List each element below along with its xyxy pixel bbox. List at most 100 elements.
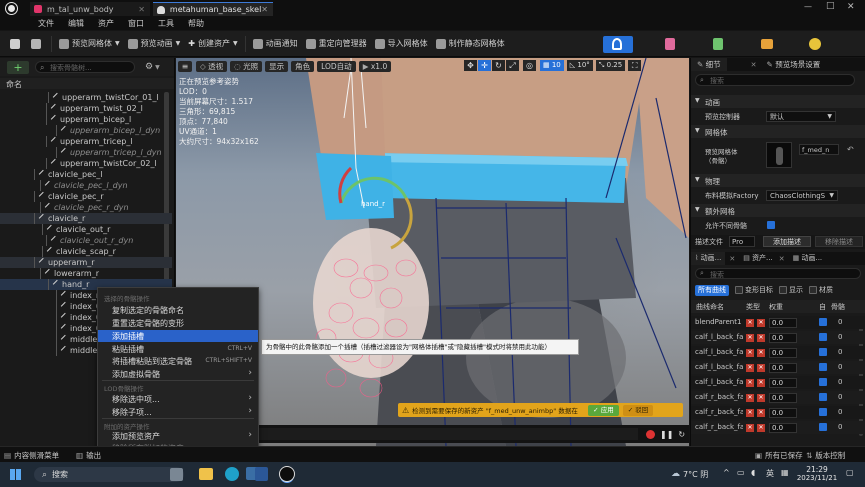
bone-tree-row[interactable]: lowerarm_r	[0, 268, 172, 279]
filter-all-curves[interactable]: 所有曲线	[695, 284, 729, 296]
tab-metahuman_base_skel[interactable]: metahuman_base_skel ✕	[153, 2, 273, 16]
curve-auto-checkbox[interactable]	[819, 363, 827, 371]
bone-tree-row[interactable]: clavicle_pec_l	[0, 169, 172, 180]
anim-mode-button[interactable]	[705, 36, 731, 53]
close-icon[interactable]: ✕	[261, 5, 268, 14]
curve-row[interactable]: blendParent1 ✕ ✕ 0.0 0	[691, 316, 865, 329]
bone-tree-row[interactable]: upperarm_twistCor_02_l	[0, 158, 172, 169]
curve-type-icon[interactable]: ✕	[746, 409, 754, 417]
mesh-thumbnail[interactable]	[766, 142, 792, 168]
context-menu-item[interactable]: 添加预览资产 ›	[98, 430, 258, 442]
bone-tree-row[interactable]: upperarm_r	[0, 257, 172, 268]
bone-tree-row[interactable]: clavicle_pec_l_dyn	[0, 180, 172, 191]
curve-type-icon[interactable]: ✕	[746, 379, 754, 387]
curve-weight-input[interactable]: 0.0	[769, 333, 797, 343]
taskbar-search[interactable]: ⌕ 搜索	[34, 467, 184, 482]
details-search-input[interactable]: ⌕ 搜索	[695, 74, 855, 86]
tray-chevron-icon[interactable]: ^	[723, 468, 730, 477]
add-bone-button[interactable]: +	[7, 60, 29, 74]
context-menu-item[interactable]: 移除选中项... ›	[98, 393, 258, 405]
save-button[interactable]	[6, 35, 27, 53]
col-auto[interactable]: 自	[819, 302, 826, 312]
gear-icon[interactable]: ⚙	[145, 62, 153, 72]
tab-m_tal_unw_body[interactable]: m_tal_unw_body ✕	[30, 2, 150, 16]
tab-preview-scene[interactable]: ✎ 预览场景设置	[763, 58, 825, 71]
character-button[interactable]: 角色	[291, 60, 315, 72]
section-mesh[interactable]: ▼ 网格体	[691, 125, 865, 138]
allow-different-checkbox[interactable]	[767, 221, 775, 229]
grid-snap-button[interactable]: ▦ 10	[540, 60, 564, 71]
curve-auto-checkbox[interactable]	[819, 333, 827, 341]
tab-asset-details[interactable]: ▤ 资产...	[739, 252, 777, 265]
curve-weight-input[interactable]: 0.0	[769, 408, 797, 418]
curve-weight-input[interactable]: 0.0	[769, 378, 797, 388]
curve-row[interactable]: calf_l_back_fa ✕ ✕ 0.0 0	[691, 331, 865, 344]
minimize-button[interactable]: —	[804, 2, 812, 11]
weather-widget[interactable]: ☁ 7°C 阴	[671, 468, 708, 480]
rotate-tool-button[interactable]: ↻	[492, 60, 505, 71]
menu-asset[interactable]: 资产	[98, 18, 114, 29]
angle-snap-button[interactable]: ◺ 10°	[566, 60, 593, 71]
curve-auto-checkbox[interactable]	[819, 408, 827, 416]
cloth-factory-select[interactable]: ChaosClothingS ▼	[766, 190, 838, 201]
filter-material-checkbox[interactable]	[809, 286, 817, 294]
curve-row[interactable]: calf_r_back_fa ✕ ✕ 0.0 0	[691, 391, 865, 404]
col-name[interactable]: 曲线命名	[696, 302, 724, 312]
preview-mesh-select[interactable]: f_med_n	[799, 144, 839, 155]
remove-description-button[interactable]: 移除描述	[815, 236, 863, 247]
name-column-header[interactable]: 命名	[6, 79, 22, 90]
curve-weight-input[interactable]: 0.0	[769, 423, 797, 433]
save-status[interactable]: ▣ 所有已保存	[755, 449, 803, 461]
maximize-button[interactable]: □	[826, 1, 835, 11]
bone-tree-row[interactable]: clavicle_pec_r_dyn	[0, 202, 172, 213]
bone-tree-row[interactable]: upperarm_twist_02_l	[0, 103, 172, 114]
section-physics[interactable]: ▼ 物理	[691, 174, 865, 187]
anim-notify-button[interactable]: 动画通知	[249, 35, 302, 53]
notification-icon[interactable]: ▢	[846, 468, 854, 477]
section-animation[interactable]: ▼ 动画	[691, 95, 865, 108]
make-static-mesh-button[interactable]: 制作静态网格体	[432, 35, 509, 53]
bone-tree-row[interactable]: clavicle_r	[0, 213, 172, 224]
search-input[interactable]: ⌕ 搜索骨骼树...	[35, 61, 135, 73]
preview-anim-button[interactable]: 预览动画 ▼	[124, 35, 185, 53]
curve-auto-checkbox[interactable]	[819, 318, 827, 326]
bone-tree-row[interactable]: upperarm_tricep_l_dyn	[0, 147, 172, 158]
volume-icon[interactable]: ◖	[751, 468, 755, 477]
world-local-button[interactable]: ◎	[523, 60, 536, 71]
playback-speed-button[interactable]: ▶ x1.0	[358, 60, 392, 72]
curve-type-icon[interactable]: ✕	[757, 379, 765, 387]
lod-button[interactable]: LOD自动	[317, 60, 356, 72]
word-icon[interactable]	[255, 467, 268, 481]
bone-tree-row[interactable]: clavicle_pec_r	[0, 191, 172, 202]
menu-window[interactable]: 窗口	[128, 18, 144, 29]
curve-type-icon[interactable]: ✕	[746, 319, 754, 327]
close-icon[interactable]: ✕	[751, 61, 757, 69]
source-control-button[interactable]: ⇅ 版本控制	[806, 449, 845, 461]
mesh-mode-button[interactable]	[657, 36, 683, 53]
curve-auto-checkbox[interactable]	[819, 423, 827, 431]
chevron-down-icon[interactable]: ▼	[155, 64, 160, 71]
curve-type-icon[interactable]: ✕	[757, 364, 765, 372]
curve-weight-input[interactable]: 0.0	[769, 393, 797, 403]
blueprint-mode-button[interactable]	[753, 36, 779, 53]
curve-auto-checkbox[interactable]	[819, 393, 827, 401]
viewport-menu-button[interactable]: ≡	[178, 60, 192, 72]
file-explorer-icon[interactable]	[199, 468, 213, 480]
curve-row[interactable]: calf_r_back_fa ✕ ✕ 0.0 0	[691, 421, 865, 434]
curve-type-icon[interactable]: ✕	[757, 319, 765, 327]
section-extra-mesh[interactable]: ▼ 额外网格	[691, 204, 865, 217]
close-icon[interactable]: ✕	[729, 255, 735, 263]
context-menu-item[interactable]: 移除子项... ›	[98, 406, 258, 418]
tab-details[interactable]: ✎ 细节	[691, 58, 727, 71]
bone-tree-row[interactable]: upperarm_tricep_l	[0, 136, 172, 147]
context-menu-item[interactable]: 添加插槽	[98, 330, 258, 342]
close-icon[interactable]: ✕	[779, 255, 785, 263]
curve-row[interactable]: calf_l_back_fa ✕ ✕ 0.0 0	[691, 361, 865, 374]
scale-tool-button[interactable]: ⤢	[506, 60, 519, 71]
description-file-select[interactable]: Pro	[729, 236, 755, 247]
create-asset-button[interactable]: ✚ 创建资产 ▼	[184, 35, 241, 53]
context-menu-item[interactable]: 粘贴插槽 CTRL+V	[98, 343, 258, 355]
bone-tree-row[interactable]: clavicle_out_r_dyn	[0, 235, 172, 246]
dismiss-button[interactable]: ✓ 驳回	[622, 404, 654, 416]
curve-auto-checkbox[interactable]	[819, 378, 827, 386]
